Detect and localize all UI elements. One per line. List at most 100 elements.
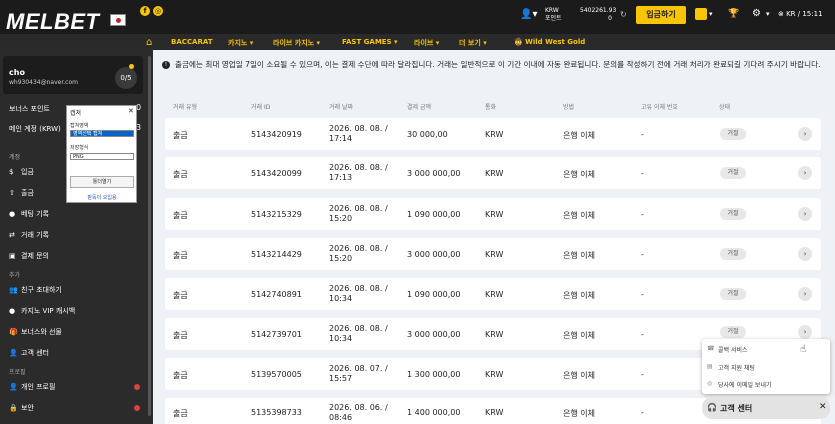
open-folder-button[interactable]: 툴더열기 xyxy=(70,176,134,188)
user-account-icon[interactable]: 👤▾ xyxy=(520,9,537,20)
close-icon[interactable]: ✕ xyxy=(128,107,134,115)
row-detail-button[interactable]: › xyxy=(798,247,812,261)
sidebar-item-security[interactable]: 🔒 보안 xyxy=(9,403,34,413)
row-detail-button[interactable]: › xyxy=(798,166,812,180)
cell-transfer-number: - xyxy=(641,169,644,178)
cell-id: 5135398733 xyxy=(251,408,302,417)
nav-item-live[interactable]: 라이브 ▾ xyxy=(414,38,439,48)
support-chat[interactable]: 고객 지원 채팅 xyxy=(718,363,755,372)
cell-date: 2026. 08. 08. /17:14 xyxy=(329,124,388,143)
nav-item-casino[interactable]: 카지노 ▾ xyxy=(228,38,253,48)
cell-transfer-number: - xyxy=(641,210,644,219)
sidebar-scrollbar[interactable] xyxy=(148,56,151,416)
sidebar-item-personal-profile[interactable]: 👤 개인 프로필 xyxy=(9,382,55,392)
cell-date: 2026. 08. 07. /15:57 xyxy=(329,364,388,383)
sidebar-item-customer-center[interactable]: 👤 고객 센터 xyxy=(9,348,49,358)
sidebar-item-invite-friends[interactable]: 👥 친구 초대하기 xyxy=(9,285,62,295)
help-link[interactable]: 판독이 오입용 xyxy=(67,194,137,201)
capture-popup: 캡쳐 ✕ 캡쳐영역 영역선택 캡쳐 저장형식 PNG 툴더열기 판독이 오입용 xyxy=(66,105,137,203)
popup-title: 캡쳐 xyxy=(70,110,82,117)
format-select[interactable]: PNG xyxy=(70,153,134,160)
refresh-icon[interactable]: ↻ xyxy=(620,10,627,19)
cell-id: 5142740891 xyxy=(251,290,302,299)
cell-date: 2026. 08. 06. /08:46 xyxy=(329,403,388,422)
sidebar-item-deposit[interactable]: $ 입금 xyxy=(9,167,34,177)
cell-method: 은행 이체 xyxy=(563,211,595,220)
nav-item-baccarat[interactable]: BACCARAT xyxy=(171,38,212,46)
site-logo[interactable]: MELBET xyxy=(6,9,99,35)
nav-item-fast-games[interactable]: FAST GAMES ▾ xyxy=(342,38,398,46)
capture-area-select[interactable]: 영역선택 캡쳐 xyxy=(70,130,134,137)
status-badge: 거절 xyxy=(720,128,746,140)
cell-transfer-number: - xyxy=(641,330,644,339)
status-badge: 거절 xyxy=(720,167,746,179)
column-header-status: 상태 xyxy=(719,104,731,111)
cell-transfer-number: - xyxy=(641,250,644,259)
gift-icon: 🎁 xyxy=(9,328,18,336)
nav-item-live-casino[interactable]: 라이브 카지노 ▾ xyxy=(273,38,320,48)
home-icon[interactable]: ⌂ xyxy=(146,37,152,48)
section-profile: 프로필 xyxy=(9,369,26,376)
gear-icon[interactable]: ⚙ xyxy=(752,8,761,19)
trophy-icon[interactable]: 🏆 xyxy=(728,9,739,19)
cell-date: 2026. 08. 08. /17:13 xyxy=(329,163,388,182)
sidebar-item-betting-history[interactable]: ● 베팅 기록 xyxy=(9,209,49,219)
cell-date: 2026. 08. 08. /15:20 xyxy=(329,204,388,223)
gift-icon[interactable] xyxy=(695,8,707,20)
main-account-label: 메인 계정 (KRW) xyxy=(9,125,61,133)
level-badge[interactable]: 0/5 xyxy=(115,67,137,89)
cell-amount: 3 000 000,00 xyxy=(407,330,461,339)
row-detail-button[interactable]: › xyxy=(798,325,812,339)
cell-amount: 1 090 000,00 xyxy=(407,210,461,219)
cell-transfer-number: - xyxy=(641,130,644,139)
sidebar-item-bonus-gifts[interactable]: 🎁 보너스와 선물 xyxy=(9,327,62,337)
sidebar-item-payment-inquiry[interactable]: ▣ 결제 문의 xyxy=(9,251,49,261)
language-time-selector[interactable]: ⊗ KR / 15:11 xyxy=(778,10,823,18)
instagram-icon[interactable]: ◎ xyxy=(153,6,163,16)
cell-type: 출금 xyxy=(173,291,188,300)
cashback-icon: ● xyxy=(9,307,16,315)
user-icon: 👤 xyxy=(9,383,18,391)
chevron-down-icon[interactable]: ▾ xyxy=(709,10,713,18)
sidebar-item-withdraw[interactable]: ⇧ 출금 xyxy=(9,188,34,198)
cell-amount: 3 000 000,00 xyxy=(407,250,461,259)
cell-method: 은행 이체 xyxy=(563,371,595,380)
cell-id: 5143215329 xyxy=(251,210,302,219)
nav-item-more[interactable]: 더 보기 ▾ xyxy=(459,38,487,48)
hand-cursor-icon: ☝ xyxy=(800,344,807,355)
inquiry-icon: ▣ xyxy=(9,252,16,260)
support-icon: 👤 xyxy=(9,349,18,357)
row-detail-button[interactable]: › xyxy=(798,207,812,221)
sidebar-item-vip-cashback[interactable]: ● 카지노 VIP 캐시백 xyxy=(9,306,75,316)
cell-type: 출금 xyxy=(173,131,188,140)
cell-transfer-number: - xyxy=(641,290,644,299)
row-detail-button[interactable]: › xyxy=(798,127,812,141)
chevron-down-icon[interactable]: ▾ xyxy=(766,10,770,18)
cell-date: 2026. 08. 08. /15:20 xyxy=(329,244,388,263)
column-header-currency: 통화 xyxy=(485,104,497,111)
column-header-transfer-number: 고유 이체 번호 xyxy=(641,104,678,111)
cell-type: 출금 xyxy=(173,211,188,220)
cell-transfer-number: - xyxy=(641,370,644,379)
user-email: wh930434@naver.com xyxy=(9,79,78,86)
row-detail-button[interactable]: › xyxy=(798,287,812,301)
notification-dot xyxy=(129,64,134,69)
support-email[interactable]: 당사에 이메일 보내기 xyxy=(718,380,772,389)
sidebar-item-transaction-history[interactable]: ⇄ 거래 기록 xyxy=(9,230,49,240)
format-label: 저장형식 xyxy=(70,145,89,151)
cell-method: 은행 이체 xyxy=(563,170,595,179)
status-badge: 거절 xyxy=(720,248,746,260)
close-icon[interactable]: ✕ xyxy=(819,402,827,412)
nav-item-wild-west-gold[interactable]: 🤠 Wild West Gold xyxy=(514,38,585,46)
facebook-icon[interactable]: f xyxy=(140,6,150,16)
points-label: 포인트 xyxy=(545,15,562,22)
cell-id: 5143420099 xyxy=(251,169,302,178)
support-callback[interactable]: 콜백 서비스 xyxy=(718,345,748,354)
bonus-points-label: 보너스 포인트 xyxy=(9,105,50,113)
deposit-button[interactable]: 입금하기 xyxy=(636,6,686,24)
column-header-date: 거래 날짜 xyxy=(329,104,353,111)
cell-type: 출금 xyxy=(173,170,188,179)
section-more: 추가 xyxy=(9,272,21,279)
cell-id: 5142739701 xyxy=(251,330,302,339)
status-badge: 거절 xyxy=(720,208,746,220)
